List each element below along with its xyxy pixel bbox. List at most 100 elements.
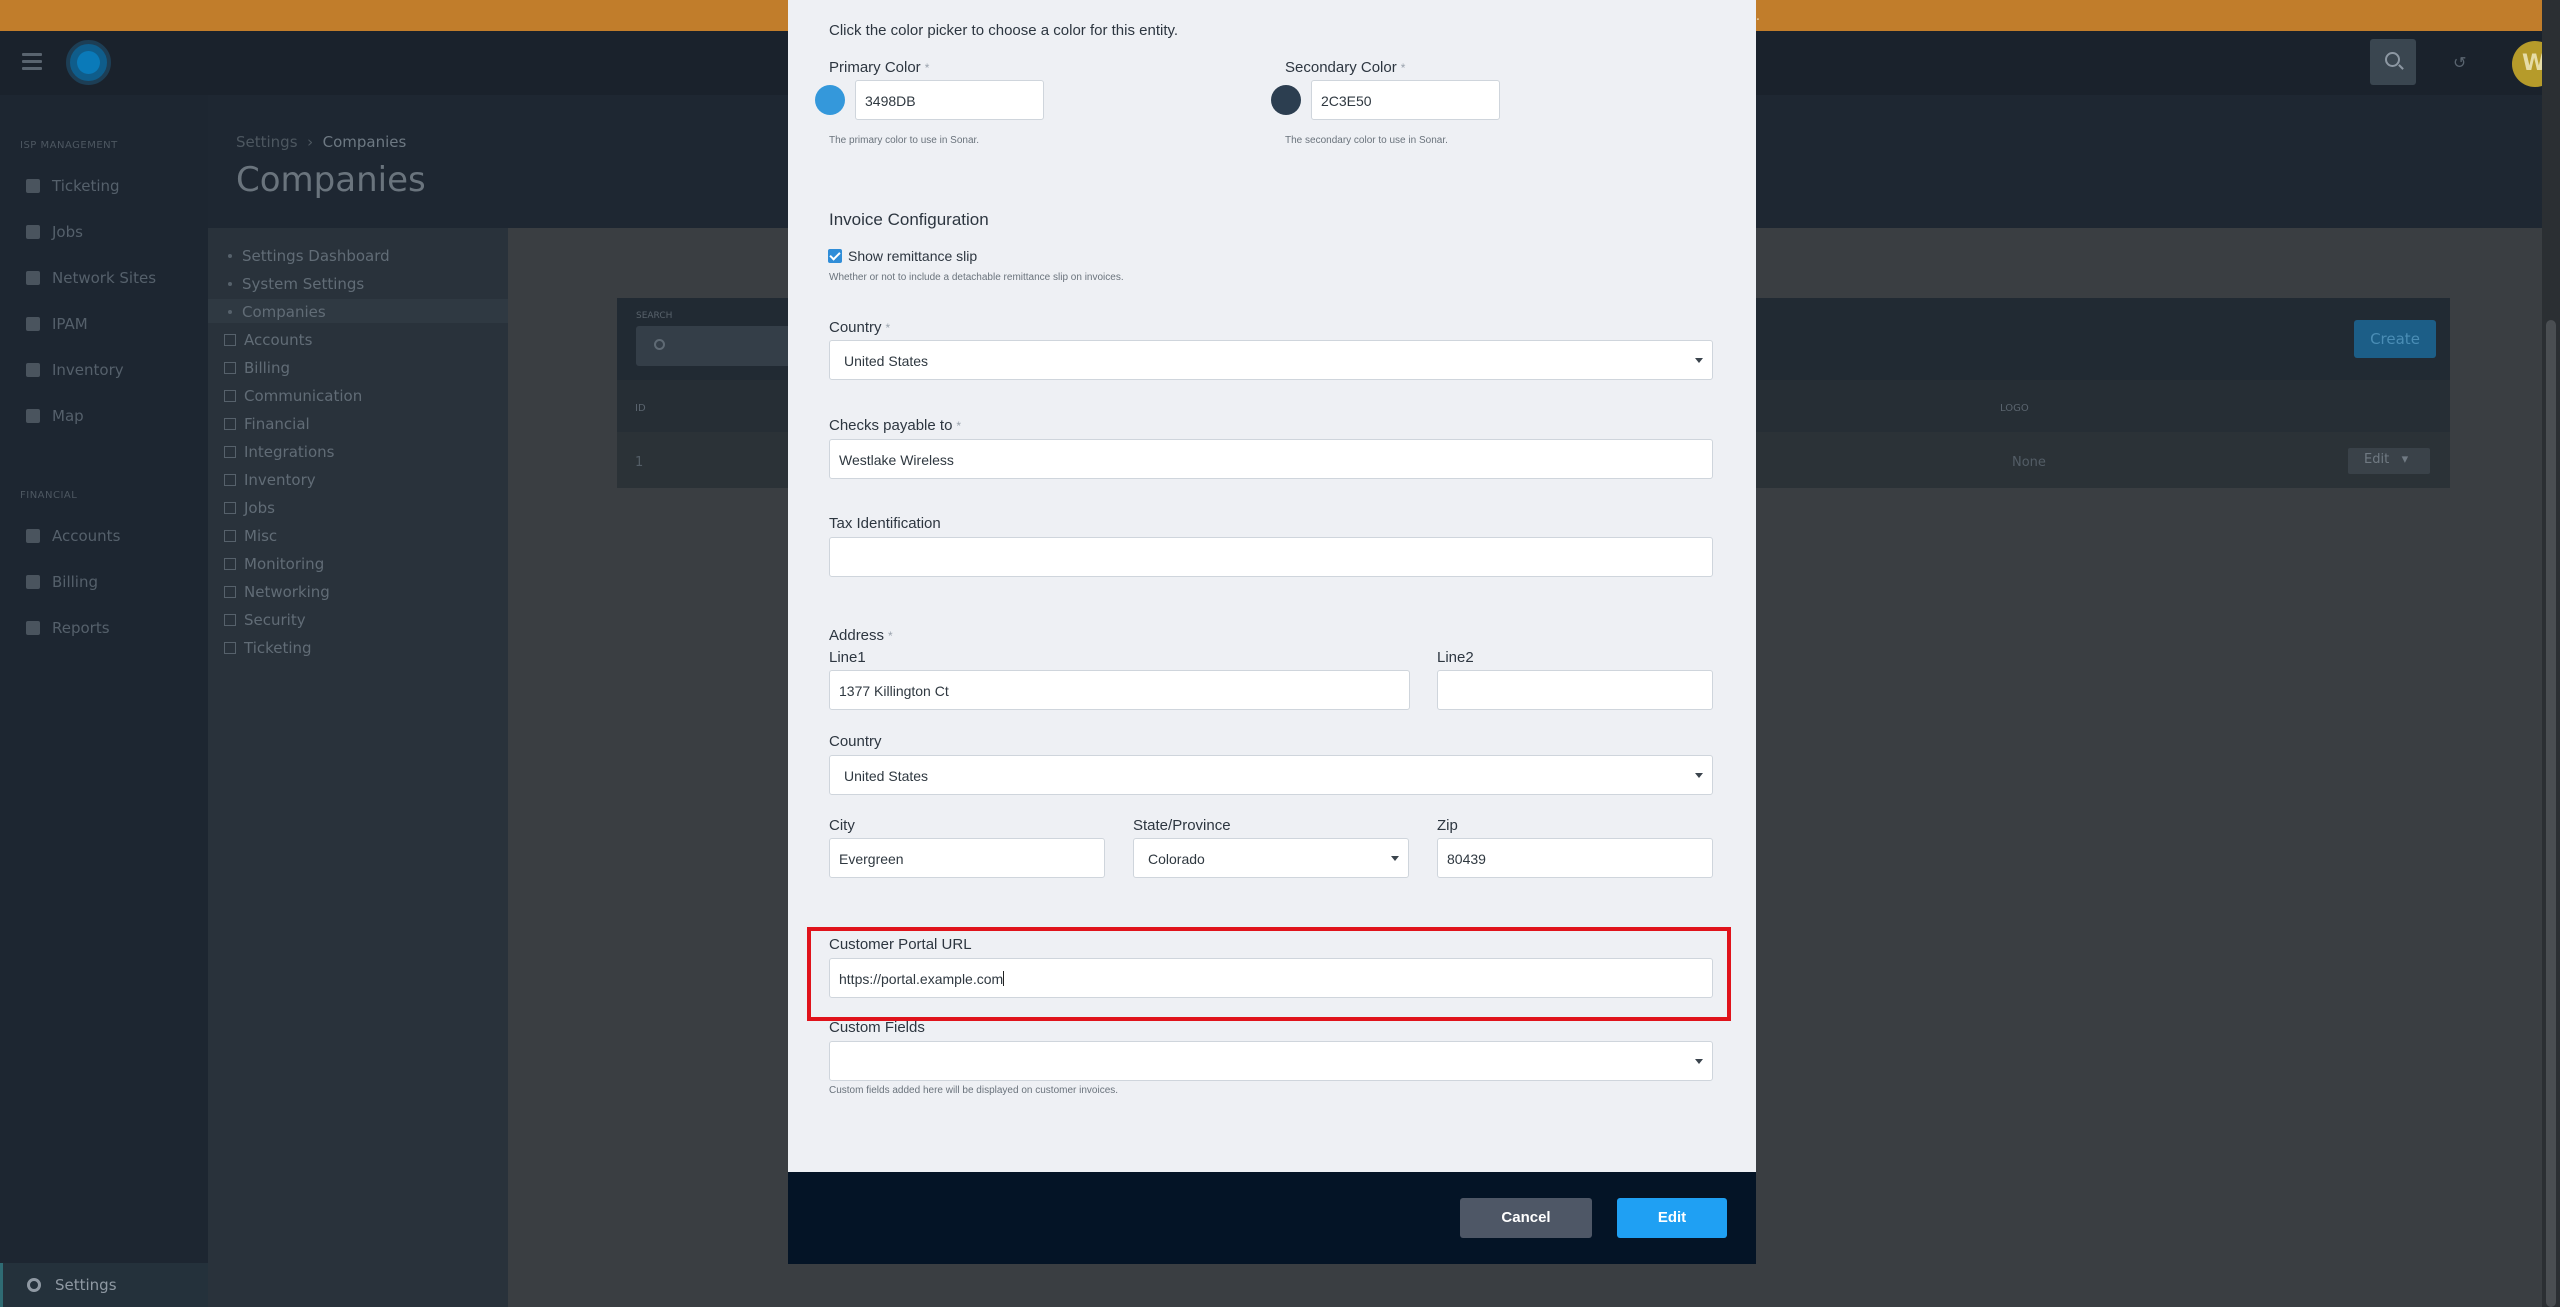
scrollbar-thumb[interactable] (2546, 320, 2556, 1307)
color-picker-instructions: Click the color picker to choose a color… (829, 22, 1179, 39)
subnav-item-financial[interactable]: Financial (224, 415, 310, 433)
city-input[interactable]: Evergreen (829, 838, 1105, 878)
address-country-select[interactable]: United States (829, 755, 1713, 795)
expand-icon (224, 474, 236, 486)
create-button[interactable]: Create (2354, 320, 2436, 358)
primary-color-swatch[interactable] (815, 85, 845, 115)
main-sidebar: ISP MANAGEMENT Ticketing Jobs Network Si… (0, 95, 208, 1307)
subnav-item-accounts[interactable]: Accounts (224, 331, 312, 349)
address-line2-input[interactable] (1437, 670, 1713, 710)
subnav-item-communication[interactable]: Communication (224, 387, 362, 405)
chevron-down-icon (1695, 773, 1703, 778)
subnav-item-misc[interactable]: Misc (224, 527, 277, 545)
users-icon (26, 529, 40, 543)
expand-icon (224, 502, 236, 514)
map-icon (26, 409, 40, 423)
sidebar-item-settings[interactable]: Settings (0, 1263, 208, 1307)
page-title: Companies (236, 160, 426, 200)
sidebar-section-isp: ISP MANAGEMENT (20, 140, 118, 151)
column-header-logo[interactable]: LOGO (2000, 403, 2029, 414)
subnav-item-system-settings[interactable]: System Settings (222, 275, 364, 293)
remittance-slip-checkbox[interactable] (828, 249, 842, 263)
checks-payable-input[interactable]: Westlake Wireless (829, 439, 1713, 479)
expand-icon (224, 446, 236, 458)
tax-identification-input[interactable] (829, 537, 1713, 577)
page-scrollbar[interactable] (2542, 0, 2560, 1307)
chevron-down-icon (1695, 1059, 1703, 1064)
custom-fields-help: Custom fields added here will be display… (829, 1085, 1119, 1096)
expand-icon (224, 614, 236, 626)
remittance-slip-label[interactable]: Show remittance slip (848, 248, 977, 264)
sidebar-item-accounts[interactable]: Accounts (0, 516, 208, 556)
subnav-item-jobs[interactable]: Jobs (224, 499, 275, 517)
expand-icon (224, 530, 236, 542)
sidebar-item-map[interactable]: Map (0, 396, 208, 436)
chevron-down-icon (1695, 358, 1703, 363)
remittance-slip-help: Whether or not to include a detachable r… (829, 272, 1124, 283)
sidebar-item-inventory[interactable]: Inventory (0, 350, 208, 390)
secondary-color-input[interactable]: 2C3E50 (1311, 80, 1500, 120)
ipam-icon (26, 317, 40, 331)
sonar-logo[interactable] (66, 40, 111, 85)
expand-icon (224, 334, 236, 346)
search-icon[interactable] (2370, 39, 2416, 85)
sidebar-item-jobs[interactable]: Jobs (0, 212, 208, 252)
piggy-bank-icon (26, 575, 40, 589)
ticket-icon (26, 179, 40, 193)
zip-input[interactable]: 80439 (1437, 838, 1713, 878)
briefcase-icon (26, 225, 40, 239)
subnav-item-ticketing[interactable]: Ticketing (224, 639, 312, 657)
custom-fields-select[interactable] (829, 1041, 1713, 1081)
breadcrumb-current: Companies (322, 133, 407, 151)
custom-fields-label: Custom Fields (829, 1019, 925, 1036)
invoice-configuration-heading: Invoice Configuration (829, 210, 989, 229)
cancel-button[interactable]: Cancel (1460, 1198, 1592, 1238)
subnav-item-companies[interactable]: Companies (222, 303, 326, 321)
primary-color-help: The primary color to use in Sonar. (829, 135, 980, 146)
primary-color-input[interactable]: 3498DB (855, 80, 1044, 120)
secondary-color-label: Secondary Color * (1285, 59, 1406, 76)
subnav-item-settings-dashboard[interactable]: Settings Dashboard (222, 247, 390, 265)
address-line2-label: Line2 (1437, 649, 1474, 666)
row-edit-button[interactable]: Edit ▾ (2348, 448, 2430, 474)
state-label: State/Province (1133, 817, 1231, 834)
expand-icon (224, 558, 236, 570)
highlight-box (807, 927, 1731, 1021)
state-select[interactable]: Colorado (1133, 838, 1409, 878)
sidebar-item-billing[interactable]: Billing (0, 562, 208, 602)
secondary-color-swatch[interactable] (1271, 85, 1301, 115)
sidebar-item-reports[interactable]: Reports (0, 608, 208, 648)
sidebar-item-network-sites[interactable]: Network Sites (0, 258, 208, 298)
search-input[interactable] (636, 326, 796, 366)
expand-icon (224, 642, 236, 654)
history-icon[interactable]: ↺ (2453, 53, 2466, 72)
bar-chart-icon (26, 621, 40, 635)
sidebar-item-ticketing[interactable]: Ticketing (0, 166, 208, 206)
subnav-item-inventory[interactable]: Inventory (224, 471, 316, 489)
checks-payable-label: Checks payable to * (829, 417, 962, 434)
country-label: Country * (829, 319, 891, 336)
table-cell-logo: None (2012, 455, 2046, 470)
subnav-item-billing[interactable]: Billing (224, 359, 290, 377)
breadcrumb-settings[interactable]: Settings (236, 133, 298, 151)
subnav-item-monitoring[interactable]: Monitoring (224, 555, 324, 573)
chevron-down-icon: ▾ (2401, 452, 2409, 467)
address-line1-input[interactable]: 1377 Killington Ct (829, 670, 1410, 710)
chevron-down-icon (1391, 856, 1399, 861)
column-header-id[interactable]: ID (635, 403, 646, 414)
network-icon (26, 271, 40, 285)
gear-icon (27, 1278, 41, 1292)
search-label: SEARCH (636, 311, 673, 321)
expand-icon (224, 586, 236, 598)
edit-button[interactable]: Edit (1617, 1198, 1727, 1238)
box-icon (26, 363, 40, 377)
subnav-item-integrations[interactable]: Integrations (224, 443, 334, 461)
subnav-item-security[interactable]: Security (224, 611, 306, 629)
sidebar-item-ipam[interactable]: IPAM (0, 304, 208, 344)
subnav-item-networking[interactable]: Networking (224, 583, 330, 601)
secondary-color-help: The secondary color to use in Sonar. (1285, 135, 1448, 146)
address-country-label: Country (829, 733, 882, 750)
country-select[interactable]: United States (829, 340, 1713, 380)
menu-icon[interactable] (22, 50, 42, 76)
sidebar-section-financial: FINANCIAL (20, 490, 78, 501)
